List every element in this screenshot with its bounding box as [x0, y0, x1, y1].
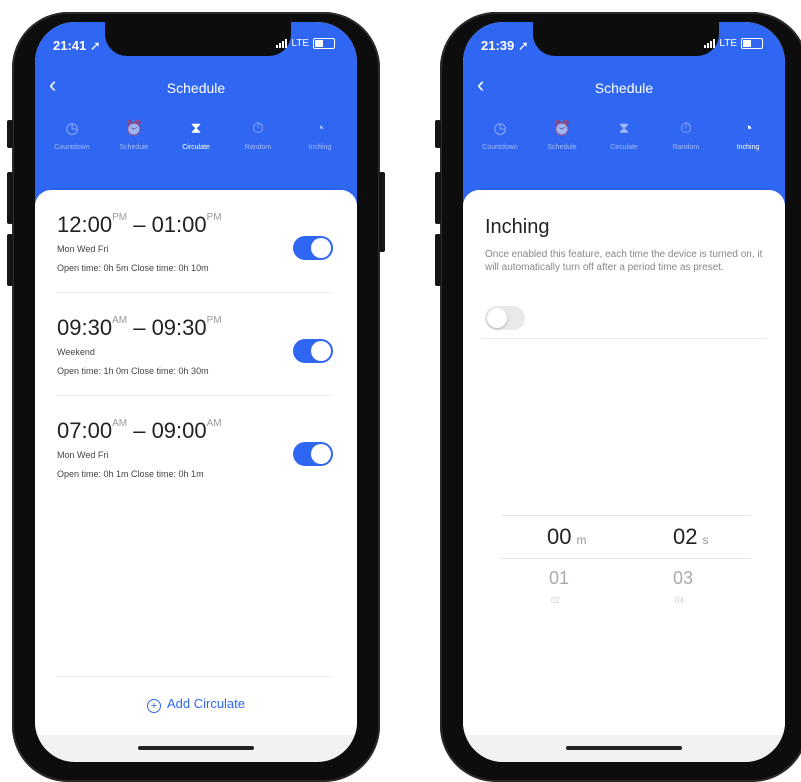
open-close-times: Open time: 0h 1m Close time: 0h 1m [57, 469, 204, 479]
network-label: LTE [291, 38, 309, 49]
schedule-item[interactable]: 12:00PM – 01:00PM Mon Wed Fri Open time:… [57, 212, 333, 312]
tab-schedule[interactable]: ⏰ Schedule [103, 120, 165, 151]
volume-up-button [7, 172, 13, 224]
location-arrow-icon: ➚ [89, 38, 101, 53]
time-range: 07:00AM – 09:00AM [57, 418, 222, 443]
network-label: LTE [719, 38, 737, 49]
tab-countdown[interactable]: ◷ Countdown [41, 120, 103, 151]
divider [57, 676, 333, 677]
status-time: 21:41 ➚ [53, 38, 101, 53]
mode-tabs: ◷ Countdown ⏰ Schedule ⧗ Circulate ⏱ Random … [469, 120, 779, 151]
tab-schedule[interactable]: ⏰ Schedule [531, 120, 593, 151]
plus-circle-icon: + [146, 699, 161, 713]
tab-circulate[interactable]: ⧗ Circulate [165, 120, 227, 151]
page-title: Schedule [166, 80, 226, 96]
add-circulate-button[interactable]: + Add Circulate [35, 696, 357, 713]
notch [533, 22, 719, 56]
home-indicator [566, 746, 682, 750]
home-indicator [138, 746, 254, 750]
hourglass-icon: ⧗ [190, 120, 202, 137]
volume-down-button [435, 234, 441, 286]
power-button [379, 172, 385, 252]
minutes-selected[interactable]: 00 m [547, 524, 586, 550]
alarm-clock-icon: ⏰ [552, 120, 572, 137]
minutes-next-faint[interactable]: 02 [551, 596, 560, 605]
page-title: Schedule [594, 80, 654, 96]
repeat-days: Weekend [57, 347, 95, 357]
inching-card: Inching Once enabled this feature, each … [463, 190, 785, 735]
battery-icon [313, 38, 335, 49]
tab-random[interactable]: ⏱ Random [655, 120, 717, 151]
divider [57, 395, 333, 396]
hourglass-icon: ⧗ [618, 120, 630, 137]
toggle-knob [311, 341, 331, 361]
schedule-toggle[interactable] [293, 442, 333, 466]
timer-icon: ◔ [743, 120, 753, 137]
timer-icon: ◔ [315, 120, 325, 137]
mode-tabs: ◷ Countdown ⏰ Schedule ⧗ Circulate ⏱ Random … [41, 120, 351, 151]
stopwatch-icon: ⏱ [252, 120, 264, 137]
time-range: 09:30AM – 09:30PM [57, 315, 222, 340]
status-indicators: LTE [276, 38, 335, 49]
toggle-knob [311, 444, 331, 464]
status-time: 21:39 ➚ [481, 38, 529, 53]
clock-icon: ◷ [493, 120, 507, 137]
schedule-item[interactable]: 07:00AM – 09:00AM Mon Wed Fri Open time:… [57, 418, 333, 518]
inching-title: Inching [485, 216, 550, 238]
open-close-times: Open time: 1h 0m Close time: 0h 30m [57, 366, 209, 376]
tab-circulate[interactable]: ⧗ Circulate [593, 120, 655, 151]
stopwatch-icon: ⏱ [680, 120, 692, 137]
mute-switch [7, 120, 13, 148]
schedule-toggle[interactable] [293, 339, 333, 363]
inching-toggle[interactable] [485, 306, 525, 330]
picker-top-line [501, 515, 751, 516]
tab-inching[interactable]: ◔ Inching [289, 120, 351, 151]
tab-countdown[interactable]: ◷ Countdown [469, 120, 531, 151]
notch [105, 22, 291, 56]
phone-frame-left: 21:41 ➚ LTE ‹ Schedule ◷ Countdown ⏰ Sched… [7, 12, 385, 782]
schedule-toggle[interactable] [293, 236, 333, 260]
schedule-card: 12:00PM – 01:00PM Mon Wed Fri Open time:… [35, 190, 357, 735]
clock-icon: ◷ [65, 120, 79, 137]
toggle-knob [311, 238, 331, 258]
seconds-selected[interactable]: 02 s [673, 524, 708, 550]
seconds-next[interactable]: 03 [673, 568, 693, 589]
repeat-days: Mon Wed Fri [57, 244, 109, 254]
signal-icon [704, 39, 716, 48]
location-arrow-icon: ➚ [517, 38, 529, 53]
minutes-next[interactable]: 01 [549, 568, 569, 589]
signal-icon [276, 39, 288, 48]
open-close-times: Open time: 0h 5m Close time: 0h 10m [57, 263, 209, 273]
mute-switch [435, 120, 441, 148]
tab-random[interactable]: ⏱ Random [227, 120, 289, 151]
seconds-next-faint[interactable]: 04 [675, 596, 684, 605]
screen-inching: 21:39 ➚ LTE ‹ Schedule ◷ Countdown ⏰ Sched… [463, 22, 785, 762]
time-range: 12:00PM – 01:00PM [57, 212, 222, 237]
phone-frame-right: 21:39 ➚ LTE ‹ Schedule ◷ Countdown ⏰ Sched… [435, 12, 801, 782]
divider [481, 338, 767, 339]
volume-up-button [435, 172, 441, 224]
repeat-days: Mon Wed Fri [57, 450, 109, 460]
inching-description: Once enabled this feature, each time the… [485, 249, 763, 273]
screen-circulate: 21:41 ➚ LTE ‹ Schedule ◷ Countdown ⏰ Sched… [35, 22, 357, 762]
picker-bottom-line [501, 558, 751, 559]
volume-down-button [7, 234, 13, 286]
tab-inching[interactable]: ◔ Inching [717, 120, 779, 151]
schedule-item[interactable]: 09:30AM – 09:30PM Weekend Open time: 1h … [57, 315, 333, 415]
alarm-clock-icon: ⏰ [124, 120, 144, 137]
battery-icon [741, 38, 763, 49]
divider [57, 292, 333, 293]
toggle-knob [487, 308, 507, 328]
status-indicators: LTE [704, 38, 763, 49]
